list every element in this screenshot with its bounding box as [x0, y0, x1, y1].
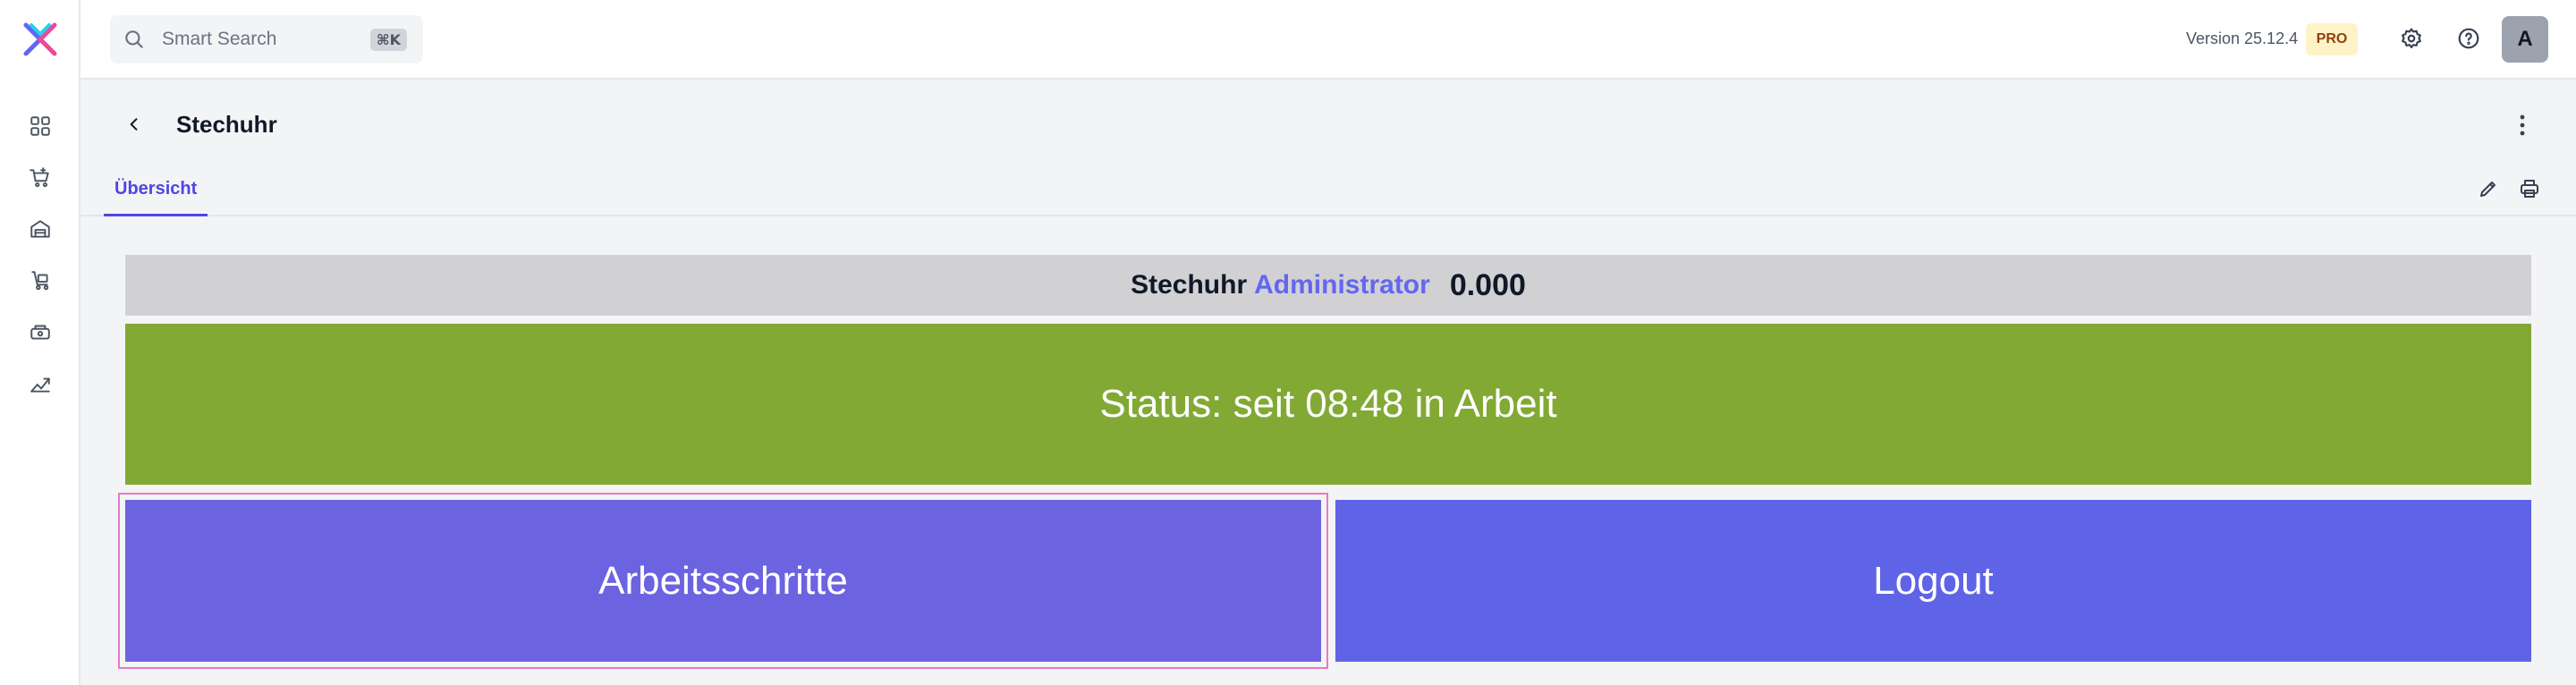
back-icon[interactable]: [122, 112, 147, 137]
page-title: Stechuhr: [176, 111, 277, 138]
trolley-icon[interactable]: [28, 268, 53, 293]
dashboard-icon[interactable]: [28, 114, 53, 139]
tabs-divider: [80, 215, 2576, 216]
version-label: Version 25.12.4: [2186, 30, 2299, 47]
register-icon[interactable]: [28, 319, 53, 344]
cart-icon[interactable]: [28, 165, 53, 190]
avatar[interactable]: A: [2502, 16, 2548, 63]
search-placeholder: Smart Search: [162, 29, 277, 49]
logout-button[interactable]: Logout: [1335, 500, 2531, 662]
status-panel: Status: seit 08:48 in Arbeit: [125, 324, 2531, 485]
chart-icon[interactable]: [28, 371, 53, 396]
tab-uebersicht[interactable]: Übersicht: [104, 177, 208, 216]
arbeitsschritte-button[interactable]: Arbeitsschritte: [118, 493, 1328, 669]
user-name-link[interactable]: Administrator: [1254, 270, 1430, 300]
top-bar: Smart Search ⌘K Version 25.12.4 PRO A: [80, 0, 2576, 80]
search-shortcut: ⌘K: [369, 28, 407, 51]
stechuhr-label: Stechuhr: [1131, 270, 1248, 300]
sidebar: [0, 0, 80, 685]
help-icon[interactable]: [2455, 25, 2482, 52]
edit-icon[interactable]: [2475, 175, 2502, 202]
search-icon: [123, 28, 146, 51]
gear-icon[interactable]: [2398, 25, 2425, 52]
pro-badge: PRO: [2306, 23, 2358, 55]
hours-value: 0.000: [1449, 267, 1526, 302]
warehouse-icon[interactable]: [28, 216, 53, 241]
more-options-icon[interactable]: [2510, 112, 2535, 139]
stechuhr-header-bar: Stechuhr Administrator 0.000: [125, 255, 2531, 316]
smart-search[interactable]: Smart Search ⌘K: [110, 15, 423, 63]
print-icon[interactable]: [2516, 175, 2543, 202]
tab-label: Übersicht: [114, 179, 198, 199]
app-logo[interactable]: [21, 20, 60, 59]
